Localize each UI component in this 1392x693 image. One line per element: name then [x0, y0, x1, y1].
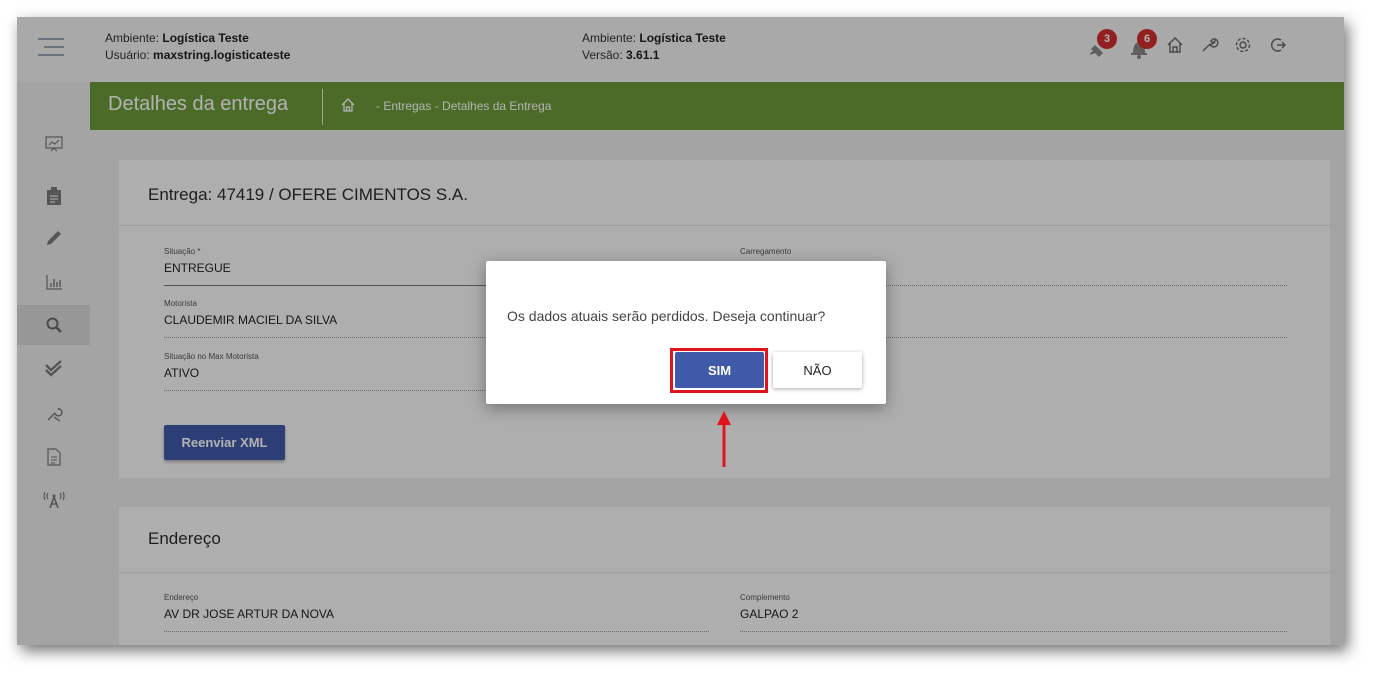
confirm-dialog: Os dados atuais serão perdidos. Deseja c… — [486, 261, 886, 404]
annotation-arrow-icon — [717, 411, 731, 467]
highlight-box — [670, 348, 768, 393]
dialog-message: Os dados atuais serão perdidos. Deseja c… — [507, 308, 826, 324]
app-window: Ambiente: Logística Teste Usuário: maxst… — [17, 17, 1344, 645]
no-button[interactable]: NÃO — [773, 352, 862, 388]
